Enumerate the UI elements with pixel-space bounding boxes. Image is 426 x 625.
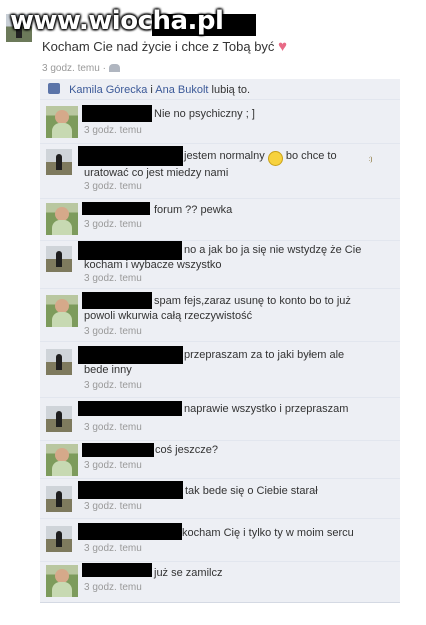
heart-icon: ♥ [278, 38, 287, 55]
post-message: Kocham Cie nad życie i chce z Tobą być [42, 39, 275, 54]
comment-item: tak bede się o Ciebie starał 3 godz. tem… [40, 479, 400, 519]
commenter-avatar[interactable] [46, 106, 78, 138]
post-text: Kocham Cie nad życie i chce z Tobą być ♥ [42, 38, 287, 55]
smiley-icon: :) [267, 151, 372, 166]
comment-item: no a jak bo ja się nie wstydzę że Cie ko… [40, 241, 400, 289]
commenter-avatar[interactable] [46, 486, 72, 512]
emoticon-text: :) [368, 157, 373, 163]
watermark: www.wiocha.pl [10, 6, 224, 36]
comment-item: już se zamilcz 3 godz. temu [40, 562, 400, 602]
comment-text: naprawie wszystko i przepraszam [184, 403, 349, 415]
commenter-avatar[interactable] [46, 406, 72, 432]
comment-timestamp[interactable]: 3 godz. temu [84, 326, 142, 337]
comment-item: forum ?? pewka 3 godz. temu [40, 199, 400, 241]
comment-text: coś jeszcze? [155, 444, 218, 456]
comment-timestamp[interactable]: 3 godz. temu [84, 219, 142, 230]
meta-separator: · [102, 63, 106, 74]
comment-timestamp[interactable]: 3 godz. temu [84, 422, 142, 433]
comment-timestamp[interactable]: 3 godz. temu [84, 543, 142, 554]
like-thumb-icon [48, 83, 60, 94]
commenter-avatar[interactable] [46, 203, 78, 235]
commenter-avatar[interactable] [46, 565, 78, 597]
comment-text: jestem normalny :) bo chce to uratować c… [84, 149, 372, 181]
redacted-commenter-name [78, 481, 183, 499]
comment-text: tak bede się o Ciebie starał [185, 485, 318, 497]
commenter-avatar[interactable] [46, 295, 78, 327]
comment-text: przepraszam za to jaki byłem ale bede in… [84, 349, 345, 376]
comment-item: kocham Cię i tylko ty w moim sercu 3 god… [40, 519, 400, 562]
comment-timestamp[interactable]: 3 godz. temu [84, 125, 142, 136]
comment-text: Nie no psychiczny ; ] [154, 108, 255, 120]
redacted-commenter-name [82, 202, 150, 215]
redacted-commenter-name [78, 523, 182, 540]
comment-timestamp[interactable]: 3 godz. temu [84, 181, 142, 192]
redacted-commenter-name [82, 563, 152, 577]
commenter-avatar[interactable] [46, 526, 72, 552]
comment-text-part: jestem normalny [184, 150, 268, 162]
comment-thread: Kamila Górecka i Ana Bukolt lubią to. Ni… [40, 79, 400, 603]
commenter-avatar[interactable] [46, 444, 78, 476]
likes-suffix: lubią to. [208, 84, 251, 96]
liker-link-2[interactable]: Ana Bukolt [155, 84, 208, 96]
comment-timestamp[interactable]: 3 godz. temu [84, 273, 142, 284]
redacted-commenter-name [78, 401, 182, 416]
comment-item: naprawie wszystko i przepraszam 3 godz. … [40, 398, 400, 441]
comment-timestamp[interactable]: 3 godz. temu [84, 380, 142, 391]
comment-text: już se zamilcz [154, 567, 223, 579]
comment-item: Nie no psychiczny ; ] 3 godz. temu [40, 100, 400, 144]
comment-timestamp[interactable]: 3 godz. temu [84, 582, 142, 593]
comment-item: przepraszam za to jaki byłem ale bede in… [40, 342, 400, 398]
commenter-avatar[interactable] [46, 149, 72, 175]
friends-icon [108, 64, 120, 72]
post-meta: 3 godz. temu · [42, 63, 120, 74]
post-timestamp[interactable]: 3 godz. temu [42, 63, 100, 74]
comment-timestamp[interactable]: 3 godz. temu [84, 501, 142, 512]
comment-text: spam fejs,zaraz usunę to konto bo to już… [84, 295, 351, 322]
redacted-commenter-name [82, 105, 152, 122]
commenter-avatar[interactable] [46, 246, 72, 272]
comment-item: spam fejs,zaraz usunę to konto bo to już… [40, 289, 400, 342]
comment-item: coś jeszcze? 3 godz. temu [40, 441, 400, 479]
comment-text: forum ?? pewka [154, 204, 233, 216]
redacted-commenter-name [82, 443, 154, 457]
comment-timestamp[interactable]: 3 godz. temu [84, 460, 142, 471]
commenter-avatar[interactable] [46, 349, 72, 375]
comment-text: no a jak bo ja się nie wstydzę że Cie ko… [84, 244, 362, 271]
comment-item: jestem normalny :) bo chce to uratować c… [40, 144, 400, 199]
comment-text: kocham Cię i tylko ty w moim sercu [182, 527, 354, 539]
liker-link-1[interactable]: Kamila Górecka [69, 84, 147, 96]
likes-bar: Kamila Górecka i Ana Bukolt lubią to. [40, 79, 400, 100]
